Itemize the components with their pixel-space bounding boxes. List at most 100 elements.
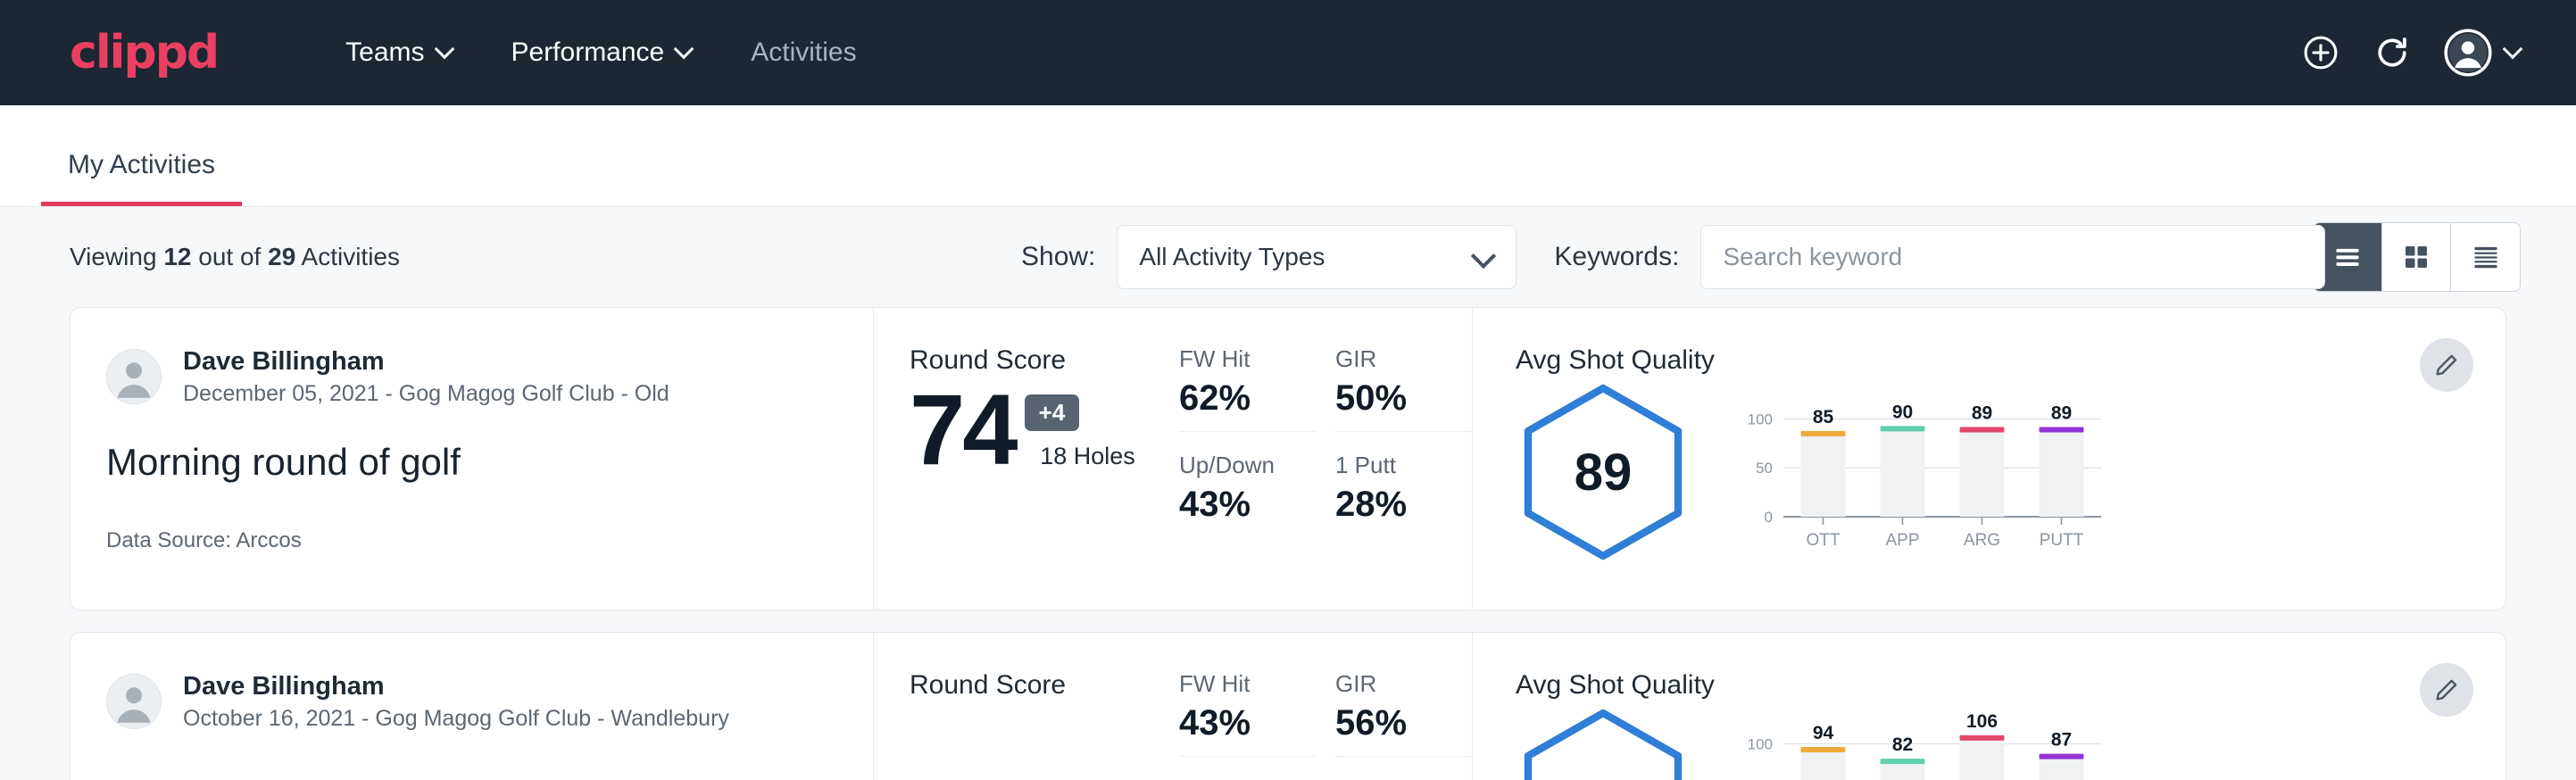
viewing-prefix: Viewing [70,243,157,270]
view-mode-toggle-group [2313,222,2521,292]
search-input[interactable] [1700,225,2325,289]
stat-value: 62% [1179,378,1316,419]
nav-item-activities[interactable]: Activities [721,37,885,68]
nav-item-activities-label: Activities [751,37,856,68]
stat-value: 50% [1335,378,1472,419]
svg-text:87: 87 [2051,730,2072,751]
stat-gir: GIR 50% [1335,345,1472,432]
avg-shot-quality-hexagon: 89 [1516,383,1691,561]
activity-card[interactable]: Dave BillinghamDecember 05, 2021 - Gog M… [70,307,2506,610]
svg-text:94: 94 [1813,723,1834,743]
compact-view-icon [2469,240,2503,274]
stat-1-putt: 1 Putt 28% [1335,452,1472,537]
show-label: Show: [1021,242,1095,272]
edit-activity-button[interactable] [2420,663,2473,717]
chevron-down-icon [1475,247,1494,267]
round-score-column: Round Score [874,633,1168,780]
svg-text:89: 89 [2051,402,2072,423]
viewing-middle: out of [198,243,261,270]
stat-cell [1335,776,1472,780]
activity-meta: December 05, 2021 - Gog Magog Golf Club … [183,381,669,407]
svg-text:0: 0 [1765,509,1773,526]
stat-label: FW Hit [1179,345,1316,373]
refresh-icon[interactable] [2372,33,2412,72]
stat-fw-hit: FW Hit 43% [1179,670,1316,757]
chevron-down-icon [676,42,692,58]
stat-fw-hit: FW Hit 62% [1179,345,1316,432]
svg-text:PUTT: PUTT [2040,531,2084,550]
activity-data-source: Data Source: Arccos [106,528,837,553]
svg-text:50: 50 [1756,460,1773,477]
activity-info-column: Dave BillinghamOctober 16, 2021 - Gog Ma… [71,633,874,780]
stat-cell [1179,776,1316,780]
avg-shot-quality-hexagon [1516,708,1691,780]
stat-label: 1 Putt [1335,452,1472,479]
player-header: Dave BillinghamOctober 16, 2021 - Gog Ma… [106,670,837,732]
plus-circle-icon[interactable] [2301,33,2340,72]
edit-activity-button[interactable] [2420,338,2473,392]
svg-text:90: 90 [1892,402,1913,422]
tab-my-activities[interactable]: My Activities [41,150,242,206]
viewing-suffix: Activities [302,243,400,270]
activity-card[interactable]: Dave BillinghamOctober 16, 2021 - Gog Ma… [70,632,2506,780]
activity-info-column: Dave BillinghamDecember 05, 2021 - Gog M… [71,308,874,610]
account-menu[interactable] [2444,29,2521,77]
filter-toolbar: Viewing 12 out of 29 Activities Show: Al… [0,207,2576,307]
stat-up-down: Up/Down43% [1179,452,1316,537]
svg-text:100: 100 [1748,411,1773,427]
avg-shot-quality-body: 8905010085OTT90APP89ARG89PUTT [1516,378,2505,561]
viewing-total: 29 [268,243,295,270]
grid-view-icon [2400,241,2432,273]
viewing-count: 12 [163,243,191,270]
page-tab-bar: My Activities [0,105,2576,207]
svg-text:100: 100 [1748,735,1773,752]
stat-value: 28% [1335,485,1472,525]
nav-item-teams[interactable]: Teams [316,37,481,68]
stat-label: Up/Down [1179,452,1316,479]
holes-played: 18 Holes [1040,443,1135,470]
view-mode-compact-button[interactable] [2451,223,2520,291]
svg-text:ARG: ARG [1964,531,2000,550]
nav-item-performance-label: Performance [511,37,665,68]
player-header: Dave BillinghamDecember 05, 2021 - Gog M… [106,345,837,407]
nav-item-teams-label: Teams [345,37,424,68]
avg-shot-quality-value [1516,708,1691,780]
stat-label: FW Hit [1179,670,1316,698]
activity-type-select[interactable]: All Activity Types [1117,225,1517,289]
svg-text:85: 85 [1813,407,1834,427]
svg-text:89: 89 [1972,402,1992,423]
avg-shot-quality-label: Avg Shot Quality [1516,345,2505,376]
activity-card-list: Dave Billingham December 05, 2021 - Gog M… [0,307,2576,780]
filter-controls: Show: All Activity Types Keywords: [1021,225,2325,289]
tab-my-activities-label: My Activities [68,150,215,179]
activity-title: Morning round of golf [106,441,837,484]
pencil-icon [2433,676,2460,703]
nav-item-performance[interactable]: Performance [482,37,722,68]
round-score-value: 74 [910,383,1016,477]
score-to-par-badge: +4 [1025,394,1080,431]
avg-shot-quality-column: Avg Shot Quality8905010085OTT90APP89ARG8… [1472,308,2505,610]
avatar [106,349,162,404]
account-avatar-icon [2444,29,2492,77]
round-stats-grid: FW Hit 62% GIR 50% Up/Down43% 1 Putt 28% [1168,308,1472,610]
user-avatar-icon [107,349,161,404]
avg-shot-quality-label: Avg Shot Quality [1516,670,2505,701]
list-view-icon [2331,240,2364,274]
top-navigation-bar: clippd Teams Performance Activities [0,0,2576,105]
shot-quality-chart: 05010094OTT82APP106ARG87PUTT [1733,702,2505,780]
stat-label: GIR [1335,670,1472,698]
view-mode-grid-button[interactable] [2382,223,2451,291]
round-score-label: Round Score [910,345,1168,376]
stat-value: 43% [1179,703,1316,743]
avg-shot-quality-body: 05010094OTT82APP106ARG87PUTT [1516,702,2505,780]
main-nav-links: Teams Performance Activities [316,37,885,68]
player-name: Dave Billingham [183,670,729,702]
shot-quality-bar-chart: 05010094OTT82APP106ARG87PUTT [1733,702,2108,780]
clippd-logo[interactable]: clippd [70,29,218,76]
round-stats-grid: FW Hit43%GIR56% [1168,633,1472,780]
stat-label: GIR [1335,345,1472,373]
round-score-row: 74+4 18 Holes [910,383,1168,477]
avg-shot-quality-column: Avg Shot Quality05010094OTT82APP106ARG87… [1472,633,2505,780]
pencil-icon [2433,352,2460,378]
nav-right-actions [2301,29,2521,77]
